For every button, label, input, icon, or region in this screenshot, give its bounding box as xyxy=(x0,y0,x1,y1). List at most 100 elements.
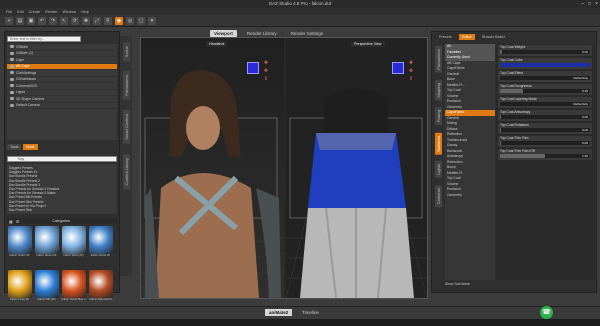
property-row[interactable]: Top Coat Layering Mode Reflectivity xyxy=(498,97,592,108)
left-camera-selector[interactable]: Headshot xyxy=(206,41,228,47)
menu-render[interactable]: Render xyxy=(45,10,57,14)
eye-icon[interactable] xyxy=(10,103,14,107)
tab-posing[interactable]: Posing xyxy=(434,107,442,126)
property-row[interactable]: Top Coat Anisotropy 0.00 xyxy=(498,110,592,121)
viewport-area[interactable]: Headshot ✚ ✥ ⇕ Perspective View ✚ ✥ ⇕ xyxy=(140,37,428,299)
joint-editor-icon[interactable]: ⚲ xyxy=(104,16,112,25)
menu-window[interactable]: Window xyxy=(63,10,77,14)
tab-smart-content[interactable]: Smart Content xyxy=(122,110,130,144)
camera-icon[interactable]: ▢ xyxy=(137,16,145,25)
eye-icon[interactable] xyxy=(10,64,14,68)
menu-edit[interactable]: Edit xyxy=(17,10,24,14)
eye-icon[interactable] xyxy=(10,58,14,62)
dolly-icon[interactable]: ⇕ xyxy=(408,76,414,82)
minimize-button[interactable]: – xyxy=(581,0,584,8)
tab-lights[interactable]: Lights xyxy=(434,161,442,179)
view-cube-icon[interactable] xyxy=(247,62,259,74)
eye-icon[interactable] xyxy=(10,71,14,75)
maximize-button[interactable]: □ xyxy=(588,0,591,8)
property-row[interactable]: Top Coat Weight 0.00 xyxy=(498,45,592,56)
save-icon[interactable]: ▣ xyxy=(27,16,35,25)
property-slider[interactable] xyxy=(500,128,590,132)
property-row[interactable]: Top Coat Effect Reflectivity xyxy=(498,71,592,82)
eye-icon[interactable] xyxy=(10,77,14,81)
right-camera-selector[interactable]: Perspective View xyxy=(351,41,385,47)
thumbnail[interactable]: Fabric Silk (2K) xyxy=(34,270,59,308)
eye-icon[interactable] xyxy=(10,97,14,101)
thumbnail[interactable]: Fabric Satin Red 8 xyxy=(88,270,113,308)
thumbnail[interactable]: Fabric Cotton 2K xyxy=(7,226,32,264)
view-cube-icon[interactable] xyxy=(392,62,404,74)
list-view-icon[interactable]: ☰ xyxy=(16,219,20,224)
redo-icon[interactable]: ↷ xyxy=(49,16,57,25)
rotate-icon[interactable]: ⟳ xyxy=(71,16,79,25)
select-icon[interactable]: ↖ xyxy=(60,16,68,25)
file-new-icon[interactable]: + xyxy=(5,16,13,25)
tab-shaping[interactable]: Shaping xyxy=(434,79,442,101)
tab-shader-baker[interactable]: Shader Baker xyxy=(479,34,508,40)
scene-item[interactable]: Default Camera xyxy=(7,103,117,109)
pan-icon[interactable]: ✥ xyxy=(408,68,414,74)
property-slider[interactable] xyxy=(500,154,590,158)
property-row[interactable]: Top Coat Thin Film 0.00 xyxy=(498,136,592,147)
tab-editor[interactable]: Editor xyxy=(458,34,475,40)
tab-presets[interactable]: Presets xyxy=(436,34,455,40)
eye-icon[interactable] xyxy=(10,51,14,55)
menu-file[interactable]: File xyxy=(6,10,12,14)
dolly-icon[interactable]: ⇕ xyxy=(263,76,269,82)
tools-button[interactable]: Tools xyxy=(7,144,22,150)
viewport-right[interactable]: Perspective View ✚ ✥ ⇕ xyxy=(286,38,427,298)
orbit-icon[interactable]: ✚ xyxy=(263,60,269,66)
thumbnail[interactable]: Fabric Linen 2K xyxy=(7,270,32,308)
property-slider[interactable] xyxy=(500,115,590,119)
scene-filter-input[interactable]: Enter text to filter by... xyxy=(7,36,81,42)
content-search-input[interactable]: Kay xyxy=(7,156,117,162)
property-slider[interactable] xyxy=(500,63,590,67)
property-row[interactable]: Top Coat Color xyxy=(498,58,592,69)
menu-create[interactable]: Create xyxy=(29,10,40,14)
tab-animate2[interactable]: aniMate2 xyxy=(265,309,293,316)
close-button[interactable]: × xyxy=(595,0,598,8)
tab-timeline[interactable]: Timeline xyxy=(298,309,323,316)
surface-category[interactable]: Geometry xyxy=(445,193,495,199)
whatsapp-icon[interactable]: ☎ xyxy=(540,306,553,319)
node-button[interactable]: Node xyxy=(23,144,38,150)
viewport-left[interactable]: Headshot ✚ ✥ ⇕ xyxy=(141,38,284,298)
shader-thumb-image xyxy=(88,226,113,254)
tab-content-library[interactable]: Content Library xyxy=(122,153,130,190)
eye-icon[interactable] xyxy=(10,84,14,88)
property-slider[interactable] xyxy=(500,141,590,145)
light-icon[interactable]: ✦ xyxy=(148,16,156,25)
property-slider[interactable] xyxy=(500,89,590,93)
spot-render-icon[interactable]: ◎ xyxy=(126,16,134,25)
tab-render-library[interactable]: Render Library xyxy=(243,30,281,37)
thumbnail[interactable]: Fabric Velvet Blue 4 xyxy=(61,270,86,308)
thumbnail[interactable]: Fabric Velvet 2K xyxy=(88,226,113,264)
property-slider[interactable] xyxy=(500,50,590,54)
list-item[interactable]: Daz Preset Sets xyxy=(9,208,115,212)
property-row[interactable]: Top Coat Roughness 0.25 xyxy=(498,84,592,95)
undo-icon[interactable]: ↶ xyxy=(38,16,46,25)
translate-icon[interactable]: ✥ xyxy=(82,16,90,25)
orbit-icon[interactable]: ✚ xyxy=(408,60,414,66)
open-icon[interactable]: ▤ xyxy=(16,16,24,25)
tab-surfaces[interactable]: Surfaces xyxy=(434,132,442,155)
property-row[interactable]: Top Coat Rotations 0.00 xyxy=(498,123,592,134)
scale-icon[interactable]: ⤢ xyxy=(93,16,101,25)
tab-cameras[interactable]: Cameras xyxy=(434,185,442,208)
thumbnail[interactable]: Fabric Denim 2K xyxy=(34,226,59,264)
pan-icon[interactable]: ✥ xyxy=(263,68,269,74)
menu-help[interactable]: Help xyxy=(81,10,89,14)
tab-parameters[interactable]: Parameters xyxy=(122,71,130,101)
property-row[interactable]: Top Coat Thin Film IOR 1.50 xyxy=(498,149,592,160)
grid-view-icon[interactable]: ▦ xyxy=(9,219,13,224)
tab-scene[interactable]: Scene xyxy=(122,42,130,62)
eye-icon[interactable] xyxy=(10,45,14,49)
render-icon[interactable]: ◉ xyxy=(115,16,123,25)
show-sub-items-checkbox[interactable]: Show Sub Items xyxy=(445,282,470,286)
tab-parameters[interactable]: Parameters xyxy=(434,46,442,73)
tab-render-settings[interactable]: Render Settings xyxy=(287,30,327,37)
thumbnail[interactable]: Fabric Wool (2K) xyxy=(61,226,86,264)
eye-icon[interactable] xyxy=(10,90,14,94)
tab-viewport[interactable]: Viewport xyxy=(210,30,237,37)
